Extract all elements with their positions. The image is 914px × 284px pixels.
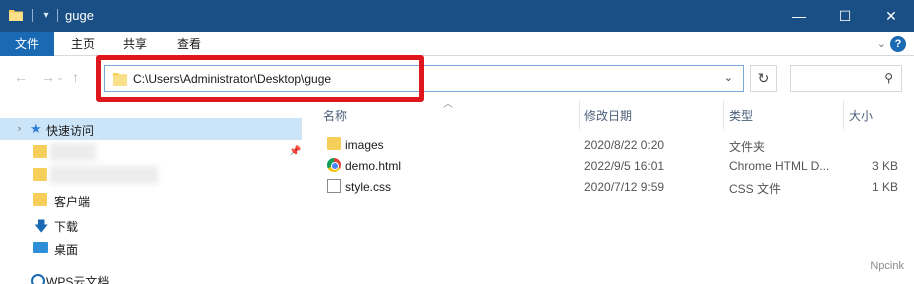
blurred-label [50, 166, 158, 184]
css-file-icon [327, 179, 341, 193]
sidebar-item-label: 桌面 [54, 243, 79, 257]
title-separator [57, 9, 58, 22]
sidebar-item-client[interactable]: 客户端 [0, 189, 302, 211]
tab-home[interactable]: 主页 [57, 32, 109, 56]
star-icon: ★ [30, 121, 42, 136]
wps-cloud-icon [31, 274, 45, 284]
desktop-icon [33, 242, 48, 253]
column-label: 名称 [323, 109, 348, 123]
sidebar-item-label: WPS云文档 [46, 275, 110, 284]
file-name: demo.html [345, 159, 402, 173]
sidebar-item-label: 下载 [54, 220, 79, 234]
sidebar-item-downloads[interactable]: 🡇 下载 [0, 214, 302, 236]
blurred-label [50, 143, 96, 161]
file-type: 文件夹 [729, 140, 766, 154]
chrome-icon [327, 158, 341, 172]
expand-chevron-icon[interactable]: › [18, 123, 21, 133]
watermark: Npcink [870, 260, 904, 272]
title-bar: ▾ guge — ☐ ✕ [0, 0, 914, 32]
address-highlight-box [96, 55, 424, 102]
window-title: guge [65, 8, 94, 23]
file-row-images[interactable]: images 2020/8/22 0:20 文件夹 [303, 134, 914, 155]
column-header-name[interactable]: ︿ 名称 [303, 99, 579, 129]
tab-file[interactable]: 文件 [0, 32, 54, 56]
sidebar-item-pinned-folder[interactable]: 📌 [0, 141, 302, 163]
refresh-button[interactable]: ↻ [750, 65, 777, 92]
back-button[interactable]: ← [14, 69, 28, 85]
file-date: 2022/9/5 16:01 [584, 159, 665, 173]
column-header-size[interactable]: 大小 [844, 101, 914, 129]
folder-icon [33, 168, 47, 181]
folder-icon [33, 193, 47, 206]
maximize-button[interactable]: ☐ [822, 0, 868, 32]
forward-button[interactable]: → [41, 69, 55, 85]
column-header-date[interactable]: 修改日期 [580, 101, 723, 129]
file-row-demo-html[interactable]: demo.html 2022/9/5 16:01 Chrome HTML D..… [303, 155, 914, 176]
file-size: 1 KB [872, 180, 899, 194]
folder-icon [9, 10, 23, 21]
sidebar-item-pinned-folder[interactable] [0, 164, 302, 186]
file-name: images [345, 138, 384, 152]
recent-locations-icon[interactable]: ⌄ [56, 72, 64, 83]
column-label: 大小 [849, 109, 874, 123]
quick-access-dropdown-icon[interactable]: ▾ [41, 9, 51, 22]
folder-icon [327, 137, 341, 150]
tab-share[interactable]: 共享 [109, 32, 161, 56]
search-input[interactable]: ⚲ [790, 65, 902, 92]
expand-ribbon-icon[interactable]: ⌄ [877, 37, 886, 50]
sidebar-item-desktop[interactable]: 桌面 [0, 237, 302, 259]
sidebar-item-label: 客户端 [54, 195, 91, 209]
sort-ascending-icon: ︿ [443, 99, 453, 110]
sidebar-item-wps-cloud[interactable]: WPS云文档 [0, 269, 302, 284]
column-header-type[interactable]: 类型 [724, 101, 843, 129]
address-dropdown-icon[interactable]: ⌄ [724, 71, 733, 84]
up-button[interactable]: ↑ [72, 69, 79, 85]
file-date: 2020/7/12 9:59 [584, 180, 665, 194]
file-name: style.css [345, 180, 392, 194]
file-list: ︿ 名称 修改日期 类型 大小 images 2020/8/22 0:20 文件… [303, 99, 914, 284]
close-button[interactable]: ✕ [868, 0, 914, 32]
tab-view[interactable]: 查看 [163, 32, 215, 56]
navigation-pane: › ★ 快速访问 📌 客户端 🡇 下载 桌面 WPS云文档 [0, 101, 302, 284]
column-label: 修改日期 [584, 109, 633, 123]
search-icon: ⚲ [884, 71, 893, 85]
file-date: 2020/8/22 0:20 [584, 138, 665, 152]
help-icon[interactable]: ? [890, 36, 906, 52]
pin-icon[interactable]: 📌 [289, 146, 301, 157]
column-label: 类型 [729, 109, 754, 123]
file-type: Chrome HTML D... [729, 159, 830, 173]
minimize-button[interactable]: — [776, 0, 822, 32]
file-type: CSS 文件 [729, 182, 782, 196]
sidebar-item-quick-access[interactable]: › ★ 快速访问 [0, 118, 302, 140]
folder-icon [33, 145, 47, 158]
ribbon-tabs: 文件 主页 共享 查看 ⌄ ? [0, 32, 914, 56]
file-row-style-css[interactable]: style.css 2020/7/12 9:59 CSS 文件 1 KB [303, 176, 914, 197]
sidebar-item-label: 快速访问 [46, 124, 95, 138]
title-separator [32, 9, 33, 22]
file-size: 3 KB [872, 159, 899, 173]
